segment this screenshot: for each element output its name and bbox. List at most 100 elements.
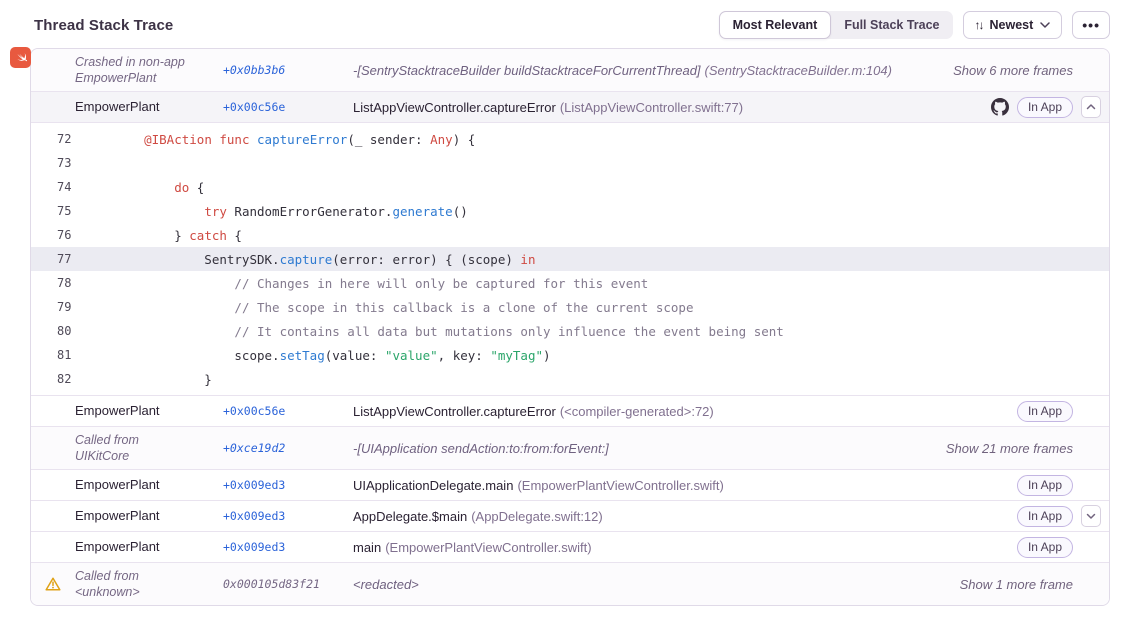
code-text: // Changes in here will only be captured… [114, 276, 648, 291]
tab-full-stack-trace[interactable]: Full Stack Trace [831, 11, 952, 39]
swift-platform-icon [10, 47, 31, 68]
stack-frame-row[interactable]: Crashed in non-appEmpowerPlant+0x0bb3b6-… [31, 49, 1109, 91]
code-line: 76 } catch { [31, 223, 1109, 247]
frame-module: Called fromUIKitCore [75, 432, 223, 464]
code-line: 82 } [31, 367, 1109, 391]
stack-frame-row[interactable]: EmpowerPlant+0x009ed3UIApplicationDelega… [31, 469, 1109, 500]
frame-function: ListAppViewController.captureError(<comp… [353, 404, 1017, 419]
frame-module: Crashed in non-appEmpowerPlant [75, 54, 223, 86]
code-line: 72 @IBAction func captureError(_ sender:… [31, 127, 1109, 151]
frame-file-ref[interactable]: (EmpowerPlantViewController.swift) [517, 478, 723, 493]
in-app-badge: In App [1017, 97, 1073, 118]
frame-address[interactable]: +0x00c56e [223, 100, 353, 114]
in-app-badge: In App [1017, 537, 1073, 558]
line-number: 78 [57, 276, 81, 290]
frame-meta: In App [1017, 536, 1101, 558]
sort-newest-button[interactable]: ↑↓ Newest [963, 11, 1063, 39]
chevron-slot [1081, 96, 1101, 118]
frame-address[interactable]: +0x0bb3b6 [223, 63, 353, 77]
code-line-highlighted: 77 SentrySDK.capture(error: error) { (sc… [31, 247, 1109, 271]
chevron-slot [1081, 437, 1101, 459]
chevron-slot [1081, 59, 1101, 81]
more-options-button[interactable]: ••• [1072, 11, 1110, 39]
frame-file-ref[interactable]: (ListAppViewController.swift:77) [560, 100, 743, 115]
code-text: do { [114, 180, 204, 195]
frame-function: -[UIApplication sendAction:to:from:forEv… [353, 441, 946, 456]
chevron-down-icon [1040, 22, 1050, 28]
frame-module: EmpowerPlant [75, 99, 223, 116]
frame-address[interactable]: +0x009ed3 [223, 509, 353, 523]
stack-trace-panel: Crashed in non-appEmpowerPlant+0x0bb3b6-… [30, 48, 1110, 606]
frame-function: -[SentryStacktraceBuilder buildStacktrac… [353, 63, 953, 78]
frame-meta: In App [1017, 474, 1101, 496]
source-code-block: 72 @IBAction func captureError(_ sender:… [31, 122, 1109, 395]
frame-address[interactable]: +0x009ed3 [223, 540, 353, 554]
stack-frame-row[interactable]: EmpowerPlant+0x009ed3main(EmpowerPlantVi… [31, 531, 1109, 562]
show-more-frames-link[interactable]: Show 6 more frames [953, 63, 1073, 78]
frame-module: EmpowerPlant [75, 477, 223, 494]
code-text: // It contains all data but mutations on… [114, 324, 784, 339]
code-text: // The scope in this callback is a clone… [114, 300, 694, 315]
code-line: 80 // It contains all data but mutations… [31, 319, 1109, 343]
view-segmented-control: Most Relevant Full Stack Trace [719, 11, 953, 39]
line-number: 76 [57, 228, 81, 242]
frame-meta: In App [1017, 400, 1101, 422]
frame-module: EmpowerPlant [75, 508, 223, 525]
show-more-frames-link[interactable]: Show 1 more frame [960, 577, 1073, 592]
warning-icon [45, 577, 61, 592]
frame-function: UIApplicationDelegate.main(EmpowerPlantV… [353, 478, 1017, 493]
collapse-frame-button[interactable] [1081, 96, 1101, 118]
code-line: 74 do { [31, 175, 1109, 199]
stack-frame-row[interactable]: Called from<unknown>0x000105d83f21<redac… [31, 562, 1109, 605]
frame-function: <redacted> [353, 577, 960, 592]
frame-file-ref[interactable]: (EmpowerPlantViewController.swift) [385, 540, 591, 555]
line-number: 82 [57, 372, 81, 386]
frame-file-ref[interactable]: (<compiler-generated>:72) [560, 404, 714, 419]
frame-module: EmpowerPlant [75, 539, 223, 556]
code-text: SentrySDK.capture(error: error) { (scope… [114, 252, 535, 267]
code-line: 75 try RandomErrorGenerator.generate() [31, 199, 1109, 223]
frame-module: Called from<unknown> [75, 568, 223, 600]
frame-meta: Show 6 more frames [953, 59, 1101, 81]
chevron-slot [1081, 474, 1101, 496]
code-line: 78 // Changes in here will only be captu… [31, 271, 1109, 295]
frame-address[interactable]: +0x009ed3 [223, 478, 353, 492]
line-number: 80 [57, 324, 81, 338]
line-number: 74 [57, 180, 81, 194]
in-app-badge: In App [1017, 475, 1073, 496]
code-text: try RandomErrorGenerator.generate() [114, 204, 468, 219]
line-number: 73 [57, 156, 81, 170]
ellipsis-icon: ••• [1082, 18, 1100, 32]
frame-meta: Show 21 more frames [946, 437, 1101, 459]
frame-file-ref[interactable]: (SentryStacktraceBuilder.m:104) [705, 63, 892, 78]
panel-header: Thread Stack Trace Most Relevant Full St… [34, 10, 1110, 40]
stack-frame-row[interactable]: EmpowerPlant+0x00c56eListAppViewControll… [31, 395, 1109, 426]
code-text: } [114, 372, 212, 387]
code-text: @IBAction func captureError(_ sender: An… [114, 132, 475, 147]
chevron-slot [1081, 400, 1101, 422]
frame-function: AppDelegate.$main(AppDelegate.swift:12) [353, 509, 1017, 524]
frame-file-ref[interactable]: (AppDelegate.swift:12) [471, 509, 603, 524]
in-app-badge: In App [1017, 401, 1073, 422]
code-line: 81 scope.setTag(value: "value", key: "my… [31, 343, 1109, 367]
frame-function: main(EmpowerPlantViewController.swift) [353, 540, 1017, 555]
in-app-badge: In App [1017, 506, 1073, 527]
frame-address[interactable]: +0x00c56e [223, 404, 353, 418]
frame-meta: In App [1017, 505, 1101, 527]
tab-most-relevant[interactable]: Most Relevant [719, 11, 832, 39]
stack-frame-row[interactable]: Called fromUIKitCore+0xce19d2-[UIApplica… [31, 426, 1109, 469]
show-more-frames-link[interactable]: Show 21 more frames [946, 441, 1073, 456]
stack-frame-row[interactable]: EmpowerPlant+0x009ed3AppDelegate.$main(A… [31, 500, 1109, 531]
github-icon[interactable] [991, 98, 1009, 116]
sort-label: Newest [990, 18, 1034, 32]
code-text: scope.setTag(value: "value", key: "myTag… [114, 348, 551, 363]
line-number: 77 [57, 252, 81, 266]
frame-address: 0x000105d83f21 [223, 577, 353, 591]
frame-address[interactable]: +0xce19d2 [223, 441, 353, 455]
code-text: } catch { [114, 228, 242, 243]
chevron-slot [1081, 505, 1101, 527]
stack-frame-row[interactable]: EmpowerPlant+0x00c56eListAppViewControll… [31, 91, 1109, 122]
expand-frame-button[interactable] [1081, 505, 1101, 527]
chevron-slot [1081, 536, 1101, 558]
sort-icon: ↑↓ [975, 18, 983, 32]
